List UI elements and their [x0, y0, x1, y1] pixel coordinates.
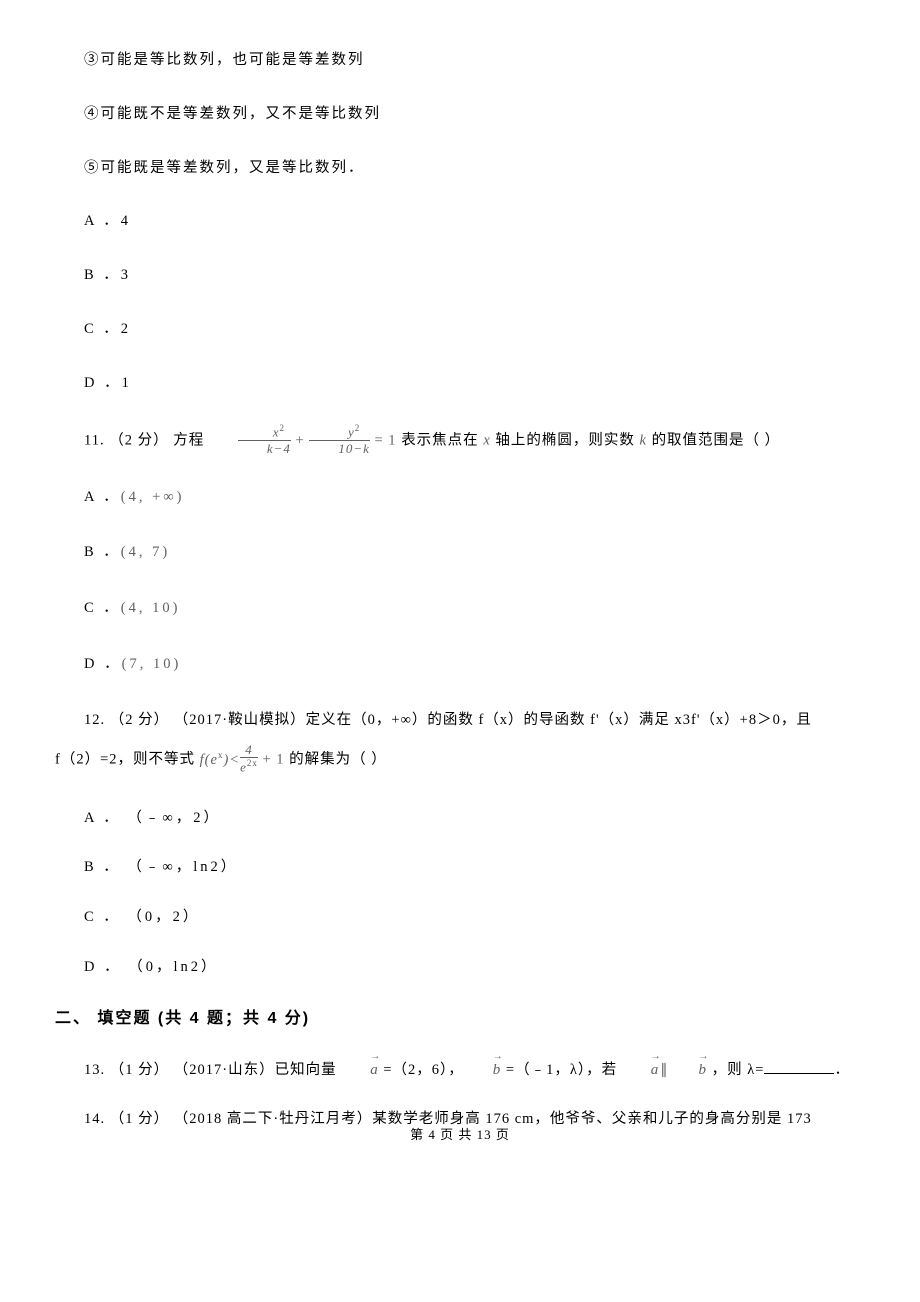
option-a: A ．4	[55, 211, 865, 233]
q13-prefix: 13. （1 分） （2017·山东）已知向量	[84, 1062, 341, 1078]
opt-c-val: (4, 10)	[121, 600, 181, 616]
vector-a-icon: a	[341, 1057, 379, 1082]
vector-a2-icon: a	[622, 1057, 660, 1082]
section-2-heading: 二、 填空题 (共 4 题；共 4 分)	[55, 1007, 865, 1031]
ineq-lhs-close: )<	[223, 752, 240, 768]
q11-tail: 的取值范围是（ ）	[647, 433, 780, 449]
q12-inequality: f(ex)<4 e2x + 1	[200, 745, 285, 775]
q12-option-c: C ． （0，2）	[55, 907, 865, 929]
q13-mid2: =（﹣1，λ），若	[501, 1062, 621, 1078]
q12-line2-a: f（2）=2，则不等式	[55, 752, 200, 768]
ineq-rhs: + 1	[258, 752, 285, 768]
exam-page: ③可能是等比数列，也可能是等差数列 ④可能既不是等差数列，又不是等比数列 ⑤可能…	[0, 0, 920, 1165]
q11-mid1: 表示焦点在	[397, 433, 484, 449]
frac1-num-sup: 2	[280, 423, 286, 433]
vector-b-icon: b	[464, 1057, 502, 1082]
frac1-num-var: x	[273, 425, 280, 440]
frac2-den: 10−k	[309, 441, 370, 455]
ineq-lhs: f(e	[200, 752, 218, 768]
q11-equation: x2k−4 + y210−k = 1	[209, 426, 397, 456]
q11-prefix: 11. （2 分） 方程	[84, 433, 209, 449]
frac1-den: k−4	[238, 441, 291, 455]
option-d: D ．1	[55, 373, 865, 395]
eq-rhs: = 1	[370, 433, 397, 449]
opt-d-label: D ．	[84, 656, 122, 672]
q12-option-a: A ． （﹣∞，2）	[55, 808, 865, 830]
statement-4: ④可能既不是等差数列，又不是等比数列	[55, 104, 865, 126]
q13-tail1: ，则 λ=	[707, 1062, 764, 1078]
q12-line2-b: 的解集为（ ）	[285, 752, 387, 768]
question-13: 13. （1 分） （2017·山东）已知向量 a =（2，6），b =（﹣1，…	[55, 1057, 865, 1082]
q12-option-d: D ． （0，ln2）	[55, 957, 865, 979]
q12-line2: f（2）=2，则不等式 f(ex)<4 e2x + 1 的解集为（ ）	[55, 745, 865, 775]
q12-option-b: B ． （﹣∞，ln2）	[55, 857, 865, 879]
question-11: 11. （2 分） 方程 x2k−4 + y210−k = 1 表示焦点在 x …	[55, 426, 865, 456]
opt-a-val: (4, +∞)	[121, 489, 185, 505]
statement-5: ⑤可能既是等差数列，又是等比数列．	[55, 158, 865, 180]
opt-b-label: B ．	[84, 544, 121, 560]
statement-3: ③可能是等比数列，也可能是等差数列	[55, 50, 865, 72]
q11-mid2: 轴上的椭圆，则实数	[491, 433, 640, 449]
q12-line1: 12. （2 分） （2017·鞍山模拟）定义在（0，+∞）的函数 f（x）的导…	[55, 710, 865, 732]
option-c: C ．2	[55, 319, 865, 341]
opt-c-label: C ．	[84, 600, 121, 616]
x-variable: x	[483, 433, 490, 449]
q13-tail2: ．	[834, 1062, 850, 1078]
k-variable: k	[640, 433, 647, 449]
opt-d-val: (7, 10)	[122, 656, 182, 672]
plus-sign: +	[291, 433, 309, 449]
ineq-frac-den-base: e	[240, 760, 247, 775]
q11-option-b: B ．(4, 7)	[55, 542, 865, 564]
ineq-frac-den-sup: 2x	[247, 758, 258, 768]
q11-option-c: C ．(4, 10)	[55, 598, 865, 620]
q13-mid1: =（2，6），	[379, 1062, 464, 1078]
frac2-num-var: y	[348, 425, 355, 440]
option-b: B ．3	[55, 265, 865, 287]
opt-a-label: A ．	[84, 489, 121, 505]
opt-b-val: (4, 7)	[121, 544, 170, 560]
frac2-num-sup: 2	[355, 423, 361, 433]
q11-option-d: D ．(7, 10)	[55, 654, 865, 676]
fill-blank	[764, 1073, 834, 1074]
parallel-symbol: ∥	[660, 1062, 668, 1078]
ineq-lhs-f: f(ex)<	[200, 752, 240, 768]
ineq-frac-num: 4	[240, 743, 258, 758]
question-12: 12. （2 分） （2017·鞍山模拟）定义在（0，+∞）的函数 f（x）的导…	[55, 710, 865, 776]
vector-b2-icon: b	[669, 1057, 707, 1082]
q11-option-a: A ．(4, +∞)	[55, 487, 865, 509]
